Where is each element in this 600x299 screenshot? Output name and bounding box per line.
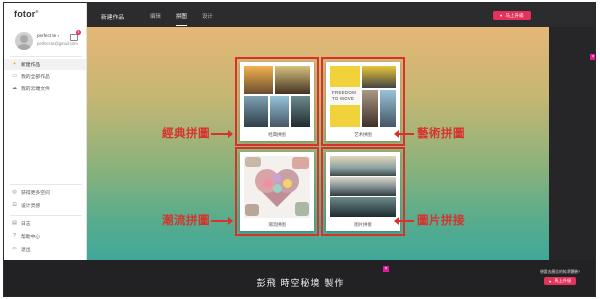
- photo-thumbnail: [362, 66, 396, 88]
- sidebar: fotor® perfect te ▾ perfect.te@gmail.com…: [4, 3, 87, 260]
- sidebar-item-my-works[interactable]: ▭ 我的全部作品: [4, 71, 86, 82]
- photo-thumbnail: [362, 90, 378, 127]
- photo-thumbnail: [292, 157, 309, 169]
- message-icon[interactable]: [70, 34, 78, 41]
- right-ad-strip: [549, 27, 595, 260]
- photo-thumbnail: [245, 204, 259, 216]
- card-label: 图片拼接: [354, 222, 372, 227]
- sidebar-item-log[interactable]: ▤ 日志: [4, 218, 86, 229]
- card-classic-collage[interactable]: 经典拼图: [240, 62, 314, 141]
- fotor-logo[interactable]: fotor®: [14, 9, 39, 19]
- logout-icon: ⇦: [12, 246, 17, 252]
- bottom-ad-bar: × 彭飛 時空秘境 製作 想要去廣告的純凈體驗? ♥ 馬上升級: [4, 260, 595, 296]
- user-name[interactable]: perfect te ▾: [37, 33, 59, 38]
- photo-thumbnail: [291, 96, 310, 127]
- sidebar-divider: [10, 56, 82, 57]
- sidebar-item-label: 获得更多空间: [21, 191, 50, 196]
- sidebar-item-get-space[interactable]: ◎ 获得更多空间: [4, 187, 86, 198]
- folder-icon: ▭: [12, 73, 17, 79]
- app-window: fotor® perfect te ▾ perfect.te@gmail.com…: [3, 2, 596, 297]
- heart-icon: ♥: [500, 13, 503, 18]
- sidebar-item-label: 我的云端文件: [21, 87, 50, 92]
- sidebar-item-help[interactable]: ? 帮助中心: [4, 231, 86, 242]
- sidebar-item-label: 帮助中心: [21, 235, 41, 240]
- sidebar-item-label: 我的全部作品: [21, 75, 50, 80]
- close-icon[interactable]: ×: [590, 54, 595, 60]
- photo-thumbnail: [244, 66, 273, 94]
- arrow-left-icon: [394, 217, 414, 225]
- top-bar: 新建作品 编辑 拼图 设计 ♥ 马上升级: [87, 3, 595, 27]
- promo-text: 想要去廣告的純凈體驗?: [540, 270, 581, 274]
- photo-thumbnail: [380, 90, 396, 127]
- tab-collage[interactable]: 拼图: [176, 12, 187, 26]
- card-trend-collage[interactable]: 潮流拼图: [240, 152, 314, 231]
- tab-edit[interactable]: 编辑: [150, 12, 161, 20]
- arrow-right-icon: [211, 130, 233, 138]
- photo-thumbnail: [244, 96, 268, 127]
- card-label: 潮流拼图: [268, 222, 286, 227]
- photo-thumbnail: [270, 96, 289, 127]
- sidebar-item-logout[interactable]: ⇦ 退出: [4, 244, 86, 255]
- photo-thumbnail: [275, 66, 310, 94]
- arrow-left-icon: [394, 130, 414, 138]
- sidebar-item-new-work[interactable]: + 新建作品: [4, 59, 86, 70]
- sidebar-item-label: 设计灵感: [21, 204, 41, 209]
- photo-thumbnail: [245, 157, 261, 167]
- annotation-trend: 潮流拼圖: [162, 213, 210, 227]
- cloud-icon: ☁: [12, 85, 17, 91]
- arrow-right-icon: [211, 217, 233, 225]
- help-icon: ?: [13, 233, 16, 239]
- card-art-text: FREEDOM TO MOVE: [332, 90, 357, 101]
- photo-thumbnail: [330, 197, 396, 217]
- user-email: perfect.te@gmail.com: [37, 41, 78, 46]
- close-icon[interactable]: ×: [383, 266, 389, 272]
- sidebar-item-label: 日志: [21, 222, 31, 227]
- storage-icon: ◎: [12, 189, 17, 195]
- annotation-classic: 經典拼圖: [162, 126, 210, 140]
- annotation-art: 藝術拼圖: [417, 126, 465, 140]
- plus-icon: +: [13, 61, 16, 67]
- avatar[interactable]: [15, 32, 33, 50]
- sidebar-item-label: 新建作品: [21, 63, 41, 68]
- card-art-collage[interactable]: FREEDOM TO MOVE 艺术拼图: [326, 62, 400, 141]
- photo-thumbnail: [330, 156, 396, 176]
- photo-thumbnail: [295, 202, 309, 216]
- sidebar-item-label: 退出: [21, 248, 31, 253]
- notification-badge: 4: [76, 30, 81, 35]
- sidebar-item-inspiration[interactable]: ⊡ 设计灵感: [4, 200, 86, 211]
- sidebar-item-cloud-files[interactable]: ☁ 我的云端文件: [4, 83, 86, 94]
- annotation-stitch: 圖片拼接: [417, 213, 465, 227]
- card-photo-stitch[interactable]: 图片拼接: [326, 152, 400, 231]
- log-icon: ▤: [12, 220, 17, 226]
- collage-type-canvas: 经典拼图 FREEDOM TO MOVE 艺术拼图 潮流拼图 图片拼接 經典拼圖…: [87, 27, 549, 260]
- upgrade-button[interactable]: ♥ 马上升级: [493, 11, 531, 20]
- page-title: 新建作品: [101, 15, 125, 21]
- card-label: 经典拼图: [268, 132, 286, 137]
- card-label: 艺术拼图: [354, 132, 372, 137]
- credit-text: 彭飛 時空秘境 製作: [256, 279, 345, 289]
- tab-design[interactable]: 设计: [202, 12, 213, 20]
- heart-shape-photo: [255, 169, 299, 209]
- inspiration-icon: ⊡: [12, 202, 17, 208]
- heart-icon: ♥: [549, 278, 552, 284]
- sidebar-divider: [10, 184, 82, 185]
- sidebar-divider: [10, 215, 82, 216]
- photo-thumbnail: [330, 177, 396, 196]
- upgrade-button-bottom[interactable]: ♥ 馬上升級: [544, 277, 577, 285]
